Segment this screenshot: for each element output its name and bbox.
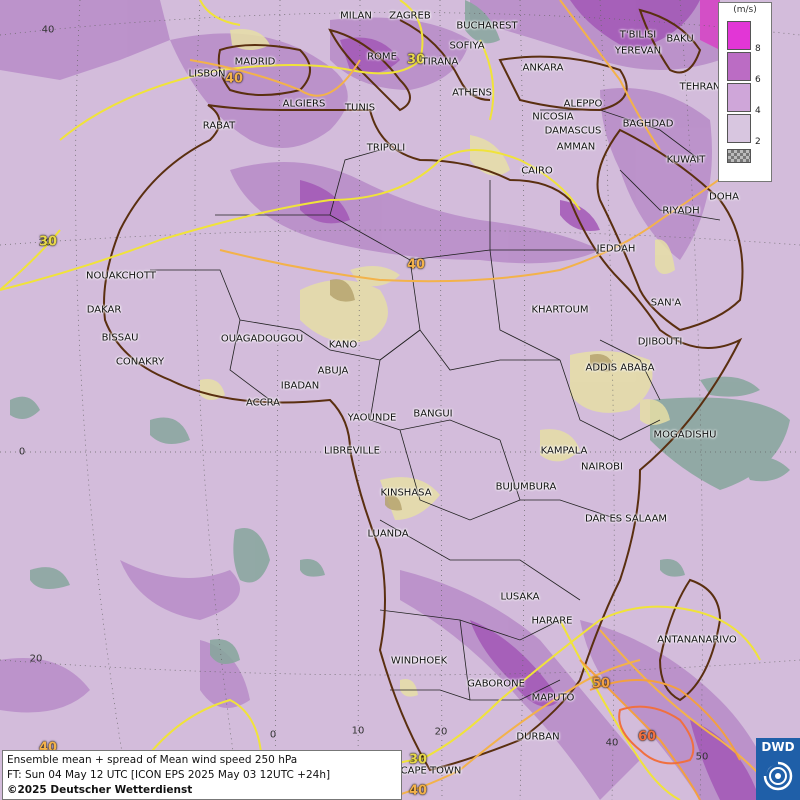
city-label: TIRANA [421,56,459,68]
city-label: CAPE TOWN [400,765,462,777]
city-label: ROME [367,51,397,63]
graticule-label: 40 [605,737,619,749]
city-label: KANO [328,339,358,351]
city-label: TEHRAN [679,81,721,93]
city-label: LUANDA [367,528,409,540]
city-label: T'BILISI [619,29,657,41]
legend-label: 2 [755,137,761,147]
city-label: WINDHOEK [390,655,448,667]
legend-label: 4 [755,106,761,116]
city-label: KINSHASA [380,487,432,499]
city-label: YEREVAN [614,45,662,57]
graticule-label: 0 [18,446,26,458]
legend-label: 8 [755,44,761,54]
city-label: SAN'A [650,297,682,309]
city-label: ALEPPO [563,98,603,110]
dwd-logo: DWD [756,738,800,800]
legend-color-box [727,52,751,81]
weather-map: 40 20 0 20 0 10 20 40 50 40 30 30 40 50 60 40 30 40 MILA… [0,0,800,800]
graticule-label: 50 [695,751,709,763]
city-label: BAGHDAD [622,118,674,130]
legend-unit: (m/s) [733,5,757,15]
city-label: AMMAN [556,141,596,153]
city-label: LISBON [188,68,226,80]
city-label: SOFIYA [449,40,485,52]
city-label: ANTANANARIVO [657,634,737,646]
graticule-label: 0 [269,729,277,741]
city-label: MOGADISHU [653,429,717,441]
city-label: BAKU [666,33,694,45]
info-title: Ensemble mean + spread of Mean wind spee… [7,754,298,766]
city-label: MAPUTO [531,692,575,704]
contour-label: 40 [224,71,244,87]
city-label: BUCHAREST [456,20,518,32]
city-label: CONAKRY [115,356,165,368]
city-label: KAMPALA [540,445,588,457]
city-label: DAR ES SALAAM [584,513,668,525]
city-label: DAKAR [86,304,122,316]
city-label: NOUAKCHOTT [86,270,156,282]
city-label: ZAGREB [389,10,431,22]
city-label: BISSAU [101,332,139,344]
city-label: MADRID [234,56,276,68]
legend-color-box [727,114,751,143]
info-forecast-time: FT: Sun 04 May 12 UTC [ICON EPS 2025 May… [7,769,331,781]
info-box: Ensemble mean + spread of Mean wind spee… [2,750,402,800]
city-label: DOHA [709,191,739,203]
city-label: OUAGADOUGOU [220,333,304,345]
city-label: ABUJA [317,365,349,377]
legend-label: 6 [755,75,761,85]
contour-label: 50 [591,676,611,692]
map-canvas [0,0,800,800]
city-label: KUWAIT [666,154,706,166]
graticule-label: 20 [434,726,448,738]
city-label: TUNIS [344,102,376,114]
info-copyright: ©2025 Deutscher Wetterdienst [7,784,193,796]
city-label: TRIPOLI [366,142,406,154]
city-label: RABAT [202,120,236,132]
city-label: NAIROBI [581,461,623,473]
contour-label: 60 [637,729,657,745]
city-label: ADDIS ABABA [585,362,655,374]
legend-color-box [727,149,751,163]
city-label: NICOSIA [532,111,574,123]
contour-label: 40 [406,257,426,273]
city-label: LUSAKA [500,591,540,603]
graticule-label: 20 [29,653,43,665]
city-label: ACCRA [245,397,281,409]
legend-color-box [727,83,751,112]
city-label: JEDDAH [596,243,636,255]
city-label: DURBAN [516,731,560,743]
legend-color-box [727,21,751,50]
city-label: IBADAN [280,380,320,392]
city-label: MILAN [340,10,372,22]
legend: (m/s) 8 6 4 2 [718,2,772,182]
city-label: BUJUMBURA [495,481,557,493]
city-label: HARARE [531,615,573,627]
city-label: YAOUNDE [347,412,397,424]
city-label: ANKARA [522,62,564,74]
graticule-label: 40 [41,24,55,36]
dwd-logo-swirl-icon [763,761,793,791]
city-label: KHARTOUM [531,304,589,316]
contour-label: 40 [408,783,428,799]
city-label: GABORONE [467,678,525,690]
city-label: ATHENS [452,87,492,99]
city-label: DAMASCUS [544,125,602,137]
city-label: LIBREVILLE [324,445,380,457]
city-label: RIYADH [662,205,700,217]
city-label: ALGIERS [282,98,326,110]
contour-label: 30 [38,234,58,250]
city-label: BANGUI [413,408,453,420]
city-label: CAIRO [521,165,553,177]
city-label: DJIBOUTI [637,336,683,348]
graticule-label: 10 [351,725,365,737]
